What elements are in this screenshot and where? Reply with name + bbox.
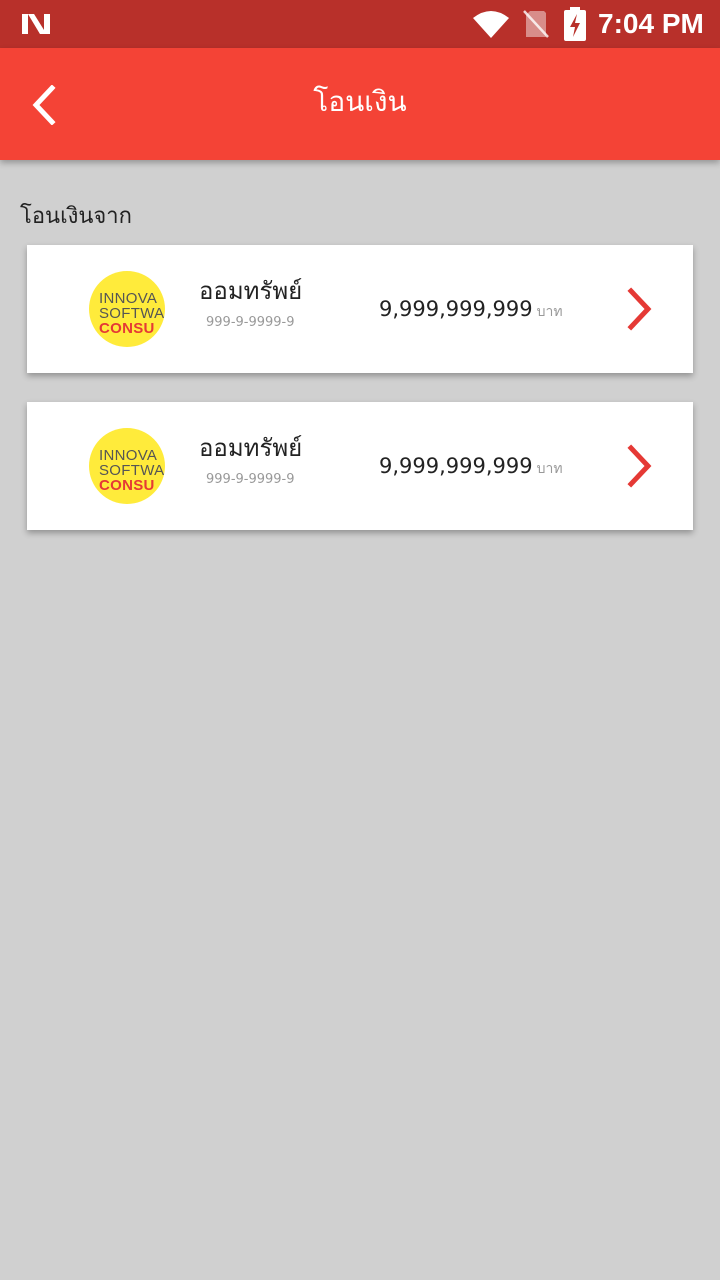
account-card[interactable]: INNOVA SOFTWA CONSU ออมทรัพย์ 999-9-9999…	[27, 245, 693, 373]
page-title: โอนเงิน	[313, 85, 407, 118]
balance-value: 9,999,999,999	[379, 454, 533, 478]
back-button[interactable]	[18, 78, 72, 132]
app-bar: โอนเงิน	[0, 48, 720, 160]
logo-text: INNOVA	[99, 447, 158, 464]
bank-logo: INNOVA SOFTWA CONSU	[89, 271, 165, 347]
select-account-chevron[interactable]	[623, 287, 657, 331]
logo-text: INNOVA	[99, 290, 158, 307]
balance-unit: บาท	[536, 461, 563, 477]
account-list: INNOVA SOFTWA CONSU ออมทรัพย์ 999-9-9999…	[27, 245, 693, 559]
status-bar: 7:04 PM	[0, 0, 720, 48]
logo-text: CONSU	[99, 477, 155, 494]
section-label: โอนเงินจาก	[20, 204, 132, 229]
account-number: 999-9-9999-9	[206, 315, 295, 330]
status-time: 7:04 PM	[598, 8, 704, 39]
wifi-icon	[473, 11, 509, 38]
chevron-right-icon	[627, 287, 652, 331]
logo-text: SOFTWA	[99, 305, 165, 322]
account-balance: 9,999,999,999 บาท	[379, 450, 563, 485]
balance-value: 9,999,999,999	[379, 297, 533, 321]
chevron-right-icon	[627, 444, 652, 488]
select-account-chevron[interactable]	[623, 444, 657, 488]
account-name: ออมทรัพย์	[199, 434, 303, 462]
bank-logo: INNOVA SOFTWA CONSU	[89, 428, 165, 504]
account-number: 999-9-9999-9	[206, 472, 295, 487]
account-balance: 9,999,999,999 บาท	[379, 293, 563, 328]
account-name: ออมทรัพย์	[199, 277, 303, 305]
battery-charging-icon	[564, 7, 586, 41]
account-card[interactable]: INNOVA SOFTWA CONSU ออมทรัพย์ 999-9-9999…	[27, 402, 693, 530]
logo-text: CONSU	[99, 320, 155, 337]
balance-unit: บาท	[536, 304, 563, 320]
chevron-left-icon	[32, 85, 56, 125]
notification-n-icon	[22, 14, 50, 34]
no-sim-icon	[523, 10, 549, 38]
logo-text: SOFTWA	[99, 462, 165, 479]
